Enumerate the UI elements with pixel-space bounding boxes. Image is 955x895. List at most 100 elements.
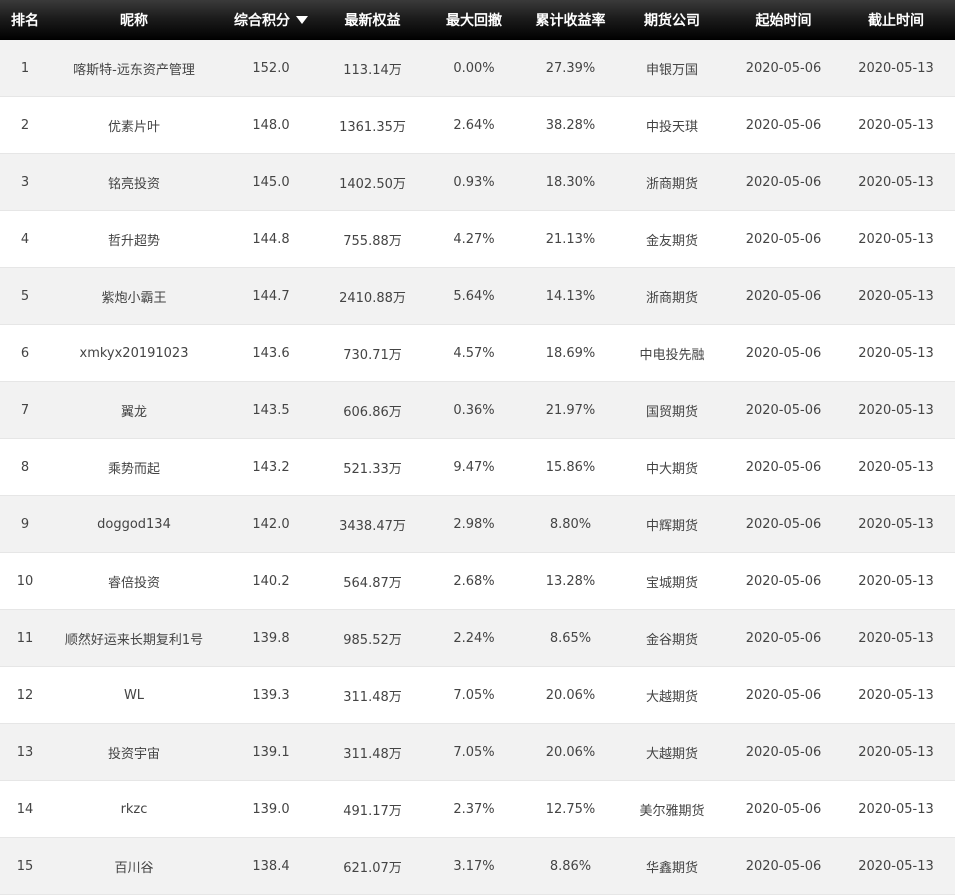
cell-nickname: 乘势而起 xyxy=(50,438,218,496)
column-header-return[interactable]: 累计收益率 xyxy=(527,0,614,40)
table-row[interactable]: 5 紫炮小霸王 144.7 2410.88万 5.64% 14.13% 浙商期货 2020-0… xyxy=(0,267,955,325)
table-row[interactable]: 2 优素片叶 148.0 1361.35万 2.64% 38.28% 中投天琪 2020-05… xyxy=(0,96,955,154)
table-header: 排名 昵称 综合积分 最新权益 最大回撤 累计收益率 期货公司 起始时间 截止时… xyxy=(0,0,955,40)
cell-rank: 11 xyxy=(0,609,50,667)
cell-drawdown: 0.00% xyxy=(421,40,527,97)
cell-return: 27.39% xyxy=(527,40,614,97)
cell-start-date: 2020-05-06 xyxy=(730,837,837,895)
column-header-rank[interactable]: 排名 xyxy=(0,0,50,40)
cell-return: 8.80% xyxy=(527,495,614,553)
cell-end-date: 2020-05-13 xyxy=(837,96,955,154)
cell-rank: 6 xyxy=(0,324,50,382)
cell-company: 中大期货 xyxy=(614,438,730,496)
cell-company: 大越期货 xyxy=(614,723,730,781)
cell-rank: 12 xyxy=(0,666,50,724)
cell-rank: 10 xyxy=(0,552,50,610)
cell-equity: 564.87万 xyxy=(324,552,421,610)
cell-drawdown: 2.68% xyxy=(421,552,527,610)
cell-rank: 15 xyxy=(0,837,50,895)
cell-drawdown: 7.05% xyxy=(421,666,527,724)
cell-start-date: 2020-05-06 xyxy=(730,324,837,382)
cell-equity: 1361.35万 xyxy=(324,96,421,154)
cell-equity: 311.48万 xyxy=(324,723,421,781)
cell-drawdown: 5.64% xyxy=(421,267,527,325)
column-header-end[interactable]: 截止时间 xyxy=(837,0,955,40)
cell-score: 139.3 xyxy=(218,666,324,724)
cell-score: 148.0 xyxy=(218,96,324,154)
column-header-drawdown[interactable]: 最大回撤 xyxy=(421,0,527,40)
cell-drawdown: 0.93% xyxy=(421,153,527,211)
cell-rank: 8 xyxy=(0,438,50,496)
column-header-nickname[interactable]: 昵称 xyxy=(50,0,218,40)
cell-return: 38.28% xyxy=(527,96,614,154)
cell-end-date: 2020-05-13 xyxy=(837,153,955,211)
cell-score: 144.8 xyxy=(218,210,324,268)
header-row: 排名 昵称 综合积分 最新权益 最大回撤 累计收益率 期货公司 起始时间 截止时… xyxy=(0,0,955,40)
cell-nickname: 优素片叶 xyxy=(50,96,218,154)
cell-start-date: 2020-05-06 xyxy=(730,381,837,439)
cell-drawdown: 2.98% xyxy=(421,495,527,553)
cell-score: 152.0 xyxy=(218,40,324,97)
cell-return: 20.06% xyxy=(527,723,614,781)
column-header-equity[interactable]: 最新权益 xyxy=(324,0,421,40)
cell-return: 15.86% xyxy=(527,438,614,496)
table-row[interactable]: 6 xmkyx20191023 143.6 730.71万 4.57% 18.69% 中电投… xyxy=(0,324,955,382)
cell-equity: 1402.50万 xyxy=(324,153,421,211)
cell-equity: 3438.47万 xyxy=(324,495,421,553)
cell-start-date: 2020-05-06 xyxy=(730,780,837,838)
cell-return: 21.13% xyxy=(527,210,614,268)
table-row[interactable]: 13 投资宇宙 139.1 311.48万 7.05% 20.06% 大越期货 2020-05… xyxy=(0,723,955,781)
sort-desc-icon[interactable] xyxy=(296,16,308,24)
cell-company: 浙商期货 xyxy=(614,153,730,211)
cell-equity: 113.14万 xyxy=(324,40,421,97)
cell-rank: 5 xyxy=(0,267,50,325)
cell-start-date: 2020-05-06 xyxy=(730,267,837,325)
cell-equity: 2410.88万 xyxy=(324,267,421,325)
table-row[interactable]: 9 doggod134 142.0 3438.47万 2.98% 8.80% 中辉期货 202… xyxy=(0,495,955,553)
cell-end-date: 2020-05-13 xyxy=(837,495,955,553)
cell-nickname: 睿倍投资 xyxy=(50,552,218,610)
cell-score: 145.0 xyxy=(218,153,324,211)
table-row[interactable]: 14 rkzc 139.0 491.17万 2.37% 12.75% 美尔雅期货 2020-0… xyxy=(0,780,955,838)
cell-rank: 13 xyxy=(0,723,50,781)
cell-drawdown: 4.27% xyxy=(421,210,527,268)
table-row[interactable]: 7 翼龙 143.5 606.86万 0.36% 21.97% 国贸期货 2020-05-06… xyxy=(0,381,955,439)
column-header-score[interactable]: 综合积分 xyxy=(218,0,324,40)
column-header-company[interactable]: 期货公司 xyxy=(614,0,730,40)
cell-score: 142.0 xyxy=(218,495,324,553)
cell-equity: 311.48万 xyxy=(324,666,421,724)
cell-drawdown: 4.57% xyxy=(421,324,527,382)
cell-score: 143.2 xyxy=(218,438,324,496)
table-row[interactable]: 3 铭亮投资 145.0 1402.50万 0.93% 18.30% 浙商期货 2020-05… xyxy=(0,153,955,211)
cell-rank: 9 xyxy=(0,495,50,553)
cell-start-date: 2020-05-06 xyxy=(730,609,837,667)
column-header-start[interactable]: 起始时间 xyxy=(730,0,837,40)
cell-company: 中辉期货 xyxy=(614,495,730,553)
cell-equity: 985.52万 xyxy=(324,609,421,667)
table-row[interactable]: 11 顺然好运来长期复利1号 139.8 985.52万 2.24% 8.65% 金谷期货 2… xyxy=(0,609,955,667)
table-row[interactable]: 1 喀斯特-远东资产管理 152.0 113.14万 0.00% 27.39% 申银万国 20… xyxy=(0,40,955,97)
table-row[interactable]: 4 哲升超势 144.8 755.88万 4.27% 21.13% 金友期货 2020-05-… xyxy=(0,210,955,268)
table-row[interactable]: 10 睿倍投资 140.2 564.87万 2.68% 13.28% 宝城期货 2020-05… xyxy=(0,552,955,610)
cell-return: 20.06% xyxy=(527,666,614,724)
cell-company: 申银万国 xyxy=(614,40,730,97)
cell-drawdown: 2.37% xyxy=(421,780,527,838)
table-row[interactable]: 15 百川谷 138.4 621.07万 3.17% 8.86% 华鑫期货 2020-05-0… xyxy=(0,837,955,895)
cell-drawdown: 2.64% xyxy=(421,96,527,154)
cell-company: 中投天琪 xyxy=(614,96,730,154)
cell-score: 143.5 xyxy=(218,381,324,439)
cell-nickname: 喀斯特-远东资产管理 xyxy=(50,40,218,97)
cell-end-date: 2020-05-13 xyxy=(837,40,955,97)
cell-end-date: 2020-05-13 xyxy=(837,324,955,382)
cell-drawdown: 9.47% xyxy=(421,438,527,496)
cell-equity: 606.86万 xyxy=(324,381,421,439)
cell-score: 138.4 xyxy=(218,837,324,895)
cell-return: 12.75% xyxy=(527,780,614,838)
cell-return: 21.97% xyxy=(527,381,614,439)
cell-drawdown: 2.24% xyxy=(421,609,527,667)
cell-start-date: 2020-05-06 xyxy=(730,153,837,211)
table-row[interactable]: 8 乘势而起 143.2 521.33万 9.47% 15.86% 中大期货 2020-05-… xyxy=(0,438,955,496)
cell-score: 139.1 xyxy=(218,723,324,781)
table-row[interactable]: 12 WL 139.3 311.48万 7.05% 20.06% 大越期货 2020-05-0… xyxy=(0,666,955,724)
cell-equity: 621.07万 xyxy=(324,837,421,895)
